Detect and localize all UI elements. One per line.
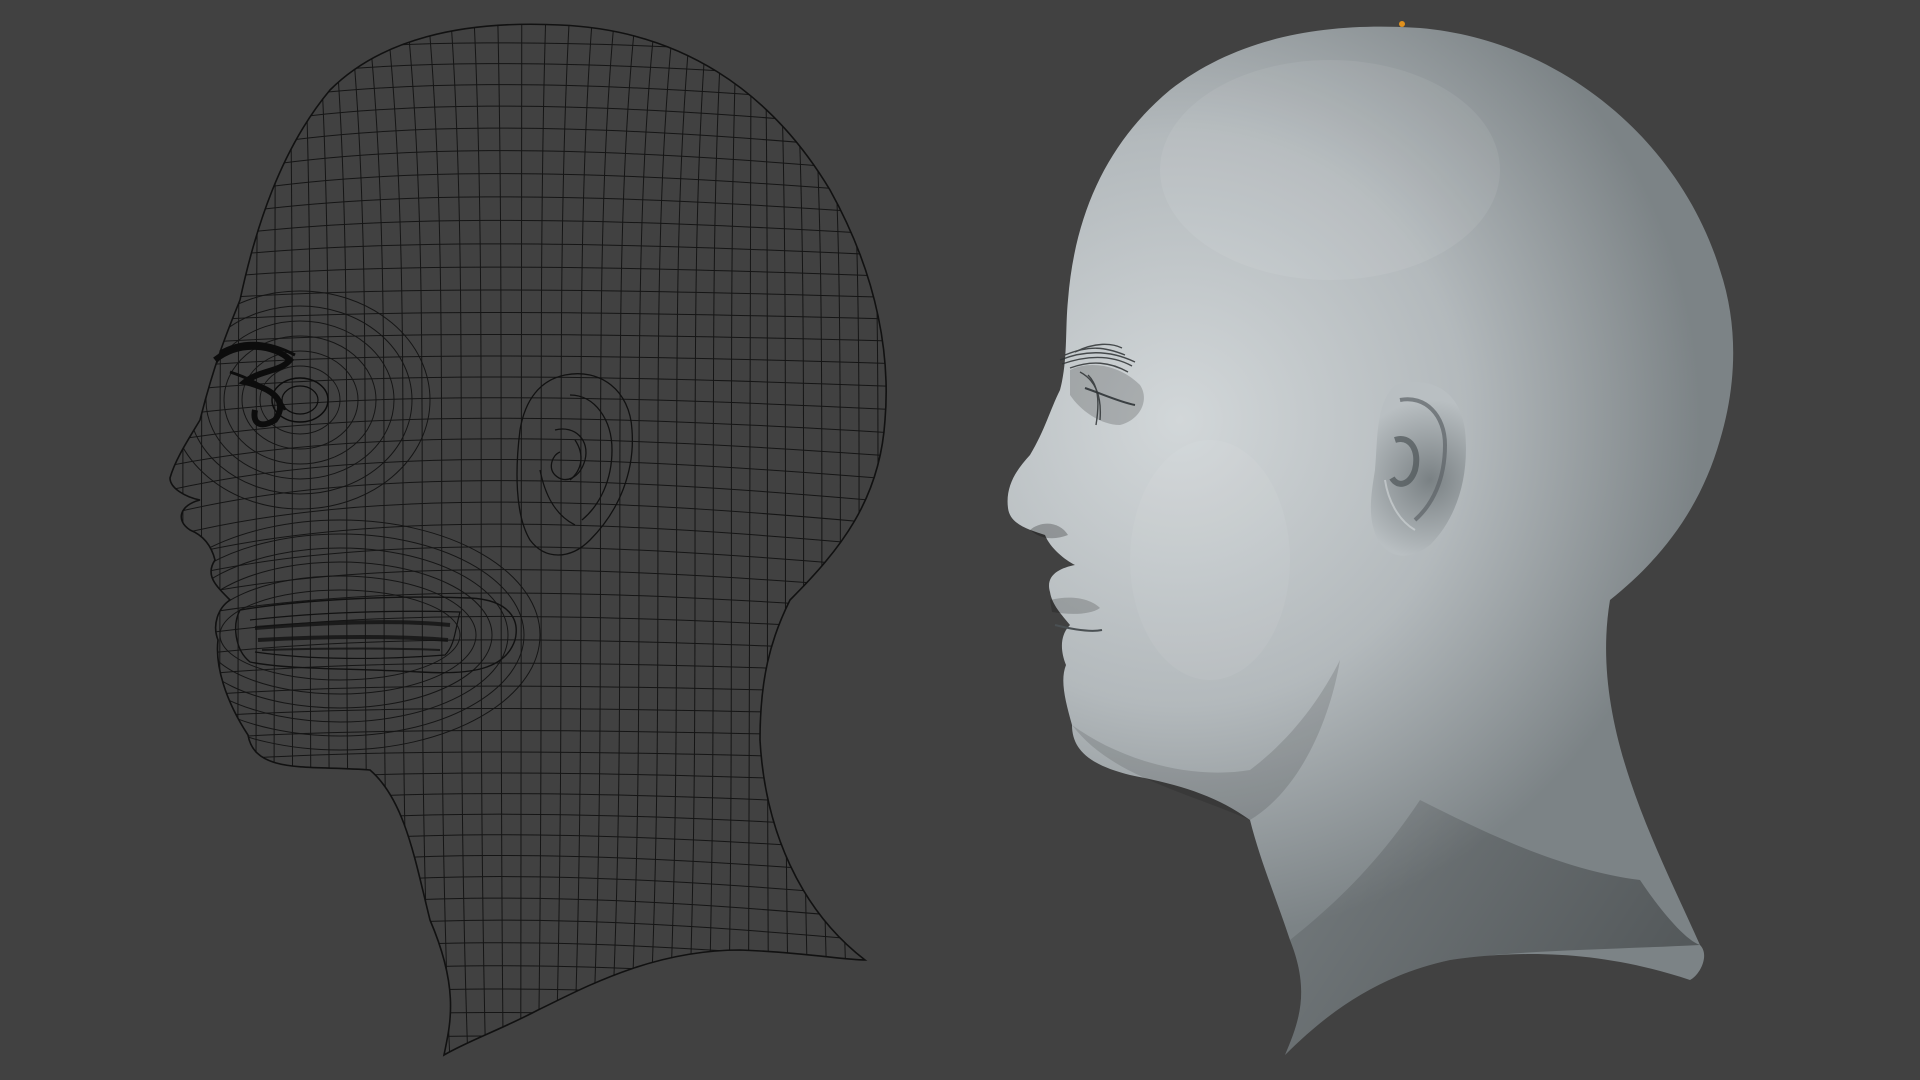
wireframe-edge-loop [170,219,887,247]
wireframe-ear [516,373,634,556]
origin-marker-icon[interactable] [1399,21,1405,27]
wireframe-edge-loop [170,173,887,209]
wireframe-eye-loop [170,290,431,510]
3d-viewport[interactable] [0,0,1920,1080]
viewport-canvas[interactable] [0,0,1920,1080]
wireframe-edge-loop [170,501,887,543]
wireframe-edge-ring [727,24,738,1056]
wireframe-edge-ring [686,24,708,1056]
wireframe-edge-loop [170,685,887,700]
wireframe-edge-ring [764,24,770,1056]
wireframe-edge-loop [170,965,887,1001]
wireframe-edge-loop [170,438,887,471]
wireframe-mouth-detail [234,596,517,674]
wireframe-edge-ring [172,24,199,1056]
wireframe-grid [150,24,900,1075]
wireframe-edge-ring [252,24,262,1056]
wireframe-edge-ring [861,24,887,1056]
wireframe-edge-ring [428,24,451,1056]
wireframe-head[interactable] [140,20,907,1075]
wireframe-edge-loop [170,1035,887,1056]
wireframe-edge-loop [170,772,887,791]
wireframe-edge-ring [707,24,723,1056]
wireframe-edge-loop [170,127,887,169]
wireframe-edge-loop [170,42,887,74]
wireframe-edge-loop [170,708,887,721]
wireframe-edge-ring [793,24,811,1056]
wireframe-edge-loop [170,793,887,816]
wireframe-edge-loop [170,730,887,743]
wireframe-edge-ring [406,24,433,1056]
wireframe-edge-loop [170,480,887,520]
wireframe-edge-loop [150,1059,900,1075]
wireframe-edge-loop [170,63,887,99]
wireframe-edge-ring [232,24,248,1056]
wireframe-edge-ring [350,24,376,1056]
wireframe-edge-ring [881,24,887,1056]
wireframe-edge-loop [170,196,887,228]
wireframe-edge-loop [170,662,887,680]
wireframe-edge-loop [170,243,887,265]
wireframe-edge-loop [170,459,887,496]
wireframe-edge-ring [747,24,752,1056]
wireframe-edge-ring [288,24,295,1056]
wireframe-edge-ring [303,24,315,1056]
wireframe-edge-loop [170,266,887,284]
wireframe-mouth-loop [171,547,509,723]
wireframe-edge-loop [170,988,887,1020]
wireframe-edge-ring [497,24,504,1056]
wireframe-edge-loop [170,813,887,841]
wireframe-edge-loop [170,84,887,124]
wireframe-edge-loop [170,289,887,304]
wireframe-edge-ring [473,24,487,1056]
solid-head-cheek [1130,440,1290,680]
wireframe-edge-loop [170,569,887,605]
wireframe-edge-ring [778,24,790,1056]
wireframe-edge-ring [842,24,870,1056]
wireframe-eye-loop [223,335,377,465]
wireframe-edge-loop [170,24,887,49]
wireframe-mouth-loop [170,519,541,751]
wireframe-edge-ring [170,24,181,1056]
wireframe-edge-ring [333,24,356,1056]
solid-head-highlight [1160,60,1500,280]
wireframe-eye-detail [213,341,329,428]
wireframe-edge-ring [555,24,570,1056]
wireframe-mouth-loop [170,533,525,737]
wireframe-edge-ring [212,24,233,1056]
wireframe-edge-ring [628,24,656,1056]
wireframe-edge-loop [170,751,887,766]
wireframe-edge-ring [825,24,850,1056]
wireframe-edge-loop [170,397,887,420]
wireframe-edge-loop [170,150,887,190]
wireframe-edge-loop [170,312,887,325]
wireframe-edge-ring [317,24,336,1056]
wireframe-edge-loop [170,105,887,147]
wireframe-edge-loop [170,546,887,586]
wireframe-edge-ring [520,24,523,1056]
wireframe-edge-ring [537,24,547,1056]
solid-head[interactable] [1007,26,1734,1055]
